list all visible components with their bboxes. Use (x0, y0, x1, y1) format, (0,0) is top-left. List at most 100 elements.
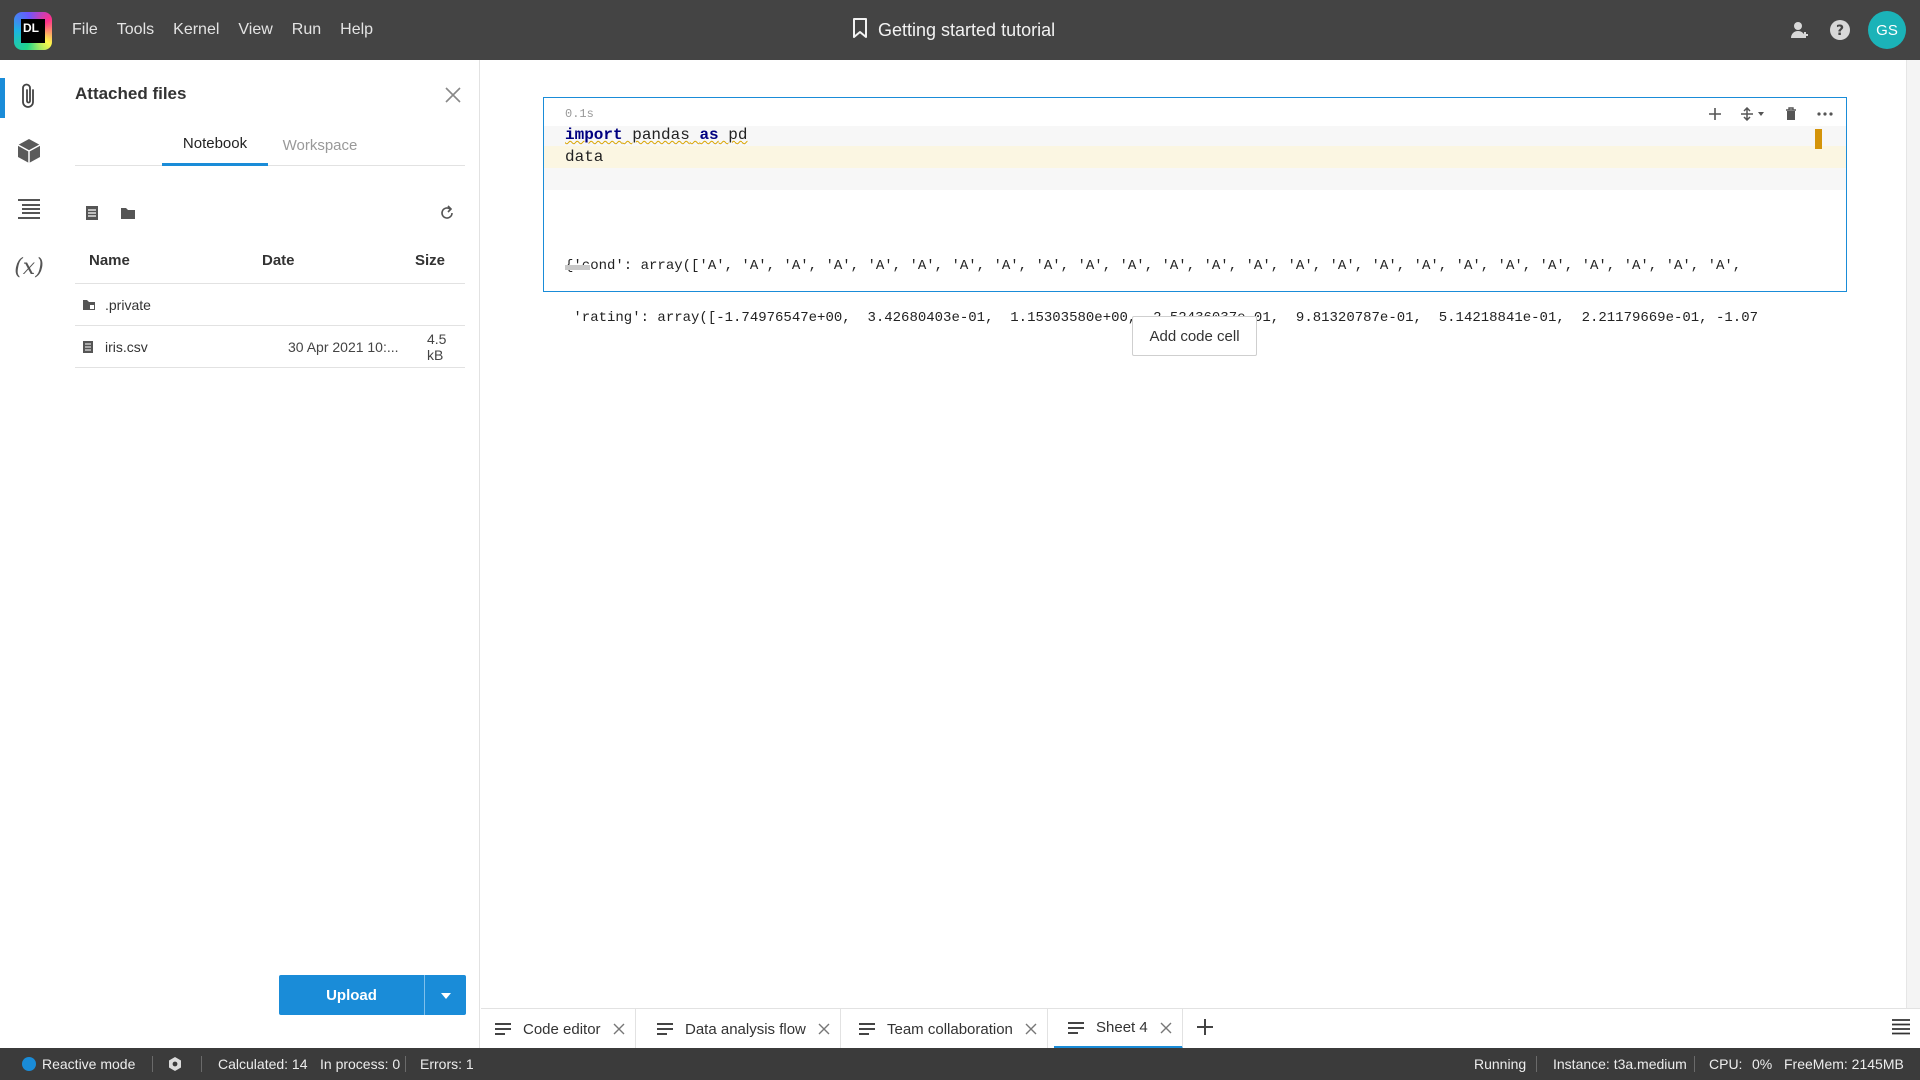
status-bar: Reactive mode Calculated: 14 In process:… (0, 1048, 1920, 1080)
execution-time: 0.1s (565, 107, 594, 121)
file-name: iris.csv (105, 338, 148, 355)
menu-view[interactable]: View (238, 21, 272, 39)
structure-tool[interactable] (0, 189, 58, 233)
notebook-title[interactable]: Getting started tutorial (852, 0, 1055, 60)
top-bar: DL File Tools Kernel View Run Help Getti… (0, 0, 1920, 60)
add-sheet-button[interactable] (1192, 1009, 1218, 1049)
sheet-tab-label: Data analysis flow (685, 1020, 806, 1038)
output-scrollbar[interactable] (565, 265, 590, 270)
file-name: .private (105, 296, 151, 313)
separator (201, 1056, 202, 1072)
add-cell-icon[interactable] (1706, 105, 1724, 123)
column-name[interactable]: Name (89, 238, 130, 283)
as-keyword: as (699, 126, 719, 144)
attached-files-panel: Attached files Notebook Workspace Name D… (58, 60, 480, 1048)
top-right-controls: ? GS (1788, 0, 1906, 60)
separator (1694, 1056, 1695, 1072)
upload-split-button: Upload (279, 975, 466, 1015)
file-table-header: Name Date Size (75, 238, 465, 284)
panel-tabs: Notebook Workspace (75, 124, 465, 166)
move-cell-icon[interactable] (1740, 105, 1766, 123)
editor-scrollbar[interactable] (1906, 60, 1920, 1008)
bookmark-icon (852, 17, 868, 43)
folder-lock-icon (82, 284, 96, 325)
delete-icon[interactable] (1782, 105, 1800, 123)
sheet-icon (495, 1022, 511, 1036)
file-table: Name Date Size .private iris.csv 30 Apr … (75, 238, 465, 368)
refresh-icon[interactable] (438, 204, 456, 222)
more-icon[interactable] (1816, 105, 1834, 123)
menu-tools[interactable]: Tools (117, 21, 154, 39)
notebook-editor: 0.1s import pandas as pd data {'cond': a… (481, 60, 1901, 1008)
sheet-tab-label: Team collaboration (887, 1020, 1013, 1038)
close-icon[interactable] (818, 1023, 830, 1035)
environment-tool[interactable] (0, 131, 58, 175)
tool-window-rail: (x) (0, 60, 58, 1048)
separator (152, 1056, 153, 1072)
cpu-label: CPU: (1709, 1056, 1743, 1072)
table-row[interactable]: iris.csv 30 Apr 2021 10:... 4.5 kB (75, 326, 465, 368)
main-menu: File Tools Kernel View Run Help (72, 0, 373, 60)
sheet-tab-sheet-4[interactable]: Sheet 4 (1054, 1009, 1183, 1049)
code-line-2: data (565, 148, 604, 166)
sheet-tab-data-analysis-flow[interactable]: Data analysis flow (643, 1009, 841, 1049)
free-memory: FreeMem: 2145MB (1784, 1056, 1904, 1072)
instance-type[interactable]: Instance: t3a.medium (1553, 1048, 1687, 1080)
list-icon (17, 197, 41, 226)
plus-icon (1197, 1018, 1213, 1040)
tab-workspace[interactable]: Workspace (270, 124, 370, 166)
import-keyword: import (565, 126, 623, 144)
chevron-down-icon (440, 986, 451, 1004)
app-logo[interactable]: DL (14, 12, 52, 50)
column-date[interactable]: Date (262, 238, 295, 283)
sheet-icon (859, 1022, 875, 1036)
new-folder-icon[interactable] (119, 204, 137, 222)
file-date: 30 Apr 2021 10:... (288, 338, 399, 355)
csv-file-icon (82, 326, 94, 367)
help-icon[interactable]: ? (1828, 18, 1852, 42)
new-file-icon[interactable] (83, 204, 101, 222)
output-line: {'cond': array(['A', 'A', 'A', 'A', 'A',… (565, 258, 1742, 274)
close-icon[interactable] (613, 1023, 625, 1035)
sheet-tabs-bar: Code editor Data analysis flow Team coll… (481, 1008, 1920, 1049)
menu-help[interactable]: Help (340, 21, 373, 39)
attached-files-tool[interactable] (0, 76, 58, 120)
notebook-title-text: Getting started tutorial (878, 19, 1056, 40)
table-row[interactable]: .private (75, 284, 465, 326)
sheet-icon (657, 1022, 673, 1036)
add-code-cell-button[interactable]: Add code cell (1132, 316, 1257, 356)
separator (1536, 1056, 1537, 1072)
kernel-state[interactable]: Running (1474, 1048, 1526, 1080)
code-cell[interactable]: 0.1s import pandas as pd data {'cond': a… (543, 97, 1847, 326)
module-alias: pd (728, 126, 748, 144)
column-size[interactable]: Size (415, 238, 445, 283)
close-icon[interactable] (444, 86, 462, 104)
upload-button[interactable]: Upload (279, 975, 424, 1015)
errors-count[interactable]: Errors: 1 (420, 1048, 474, 1080)
avatar[interactable]: GS (1868, 11, 1906, 49)
menu-lines-icon (1892, 1018, 1910, 1041)
menu-run[interactable]: Run (292, 21, 321, 39)
sheet-tab-code-editor[interactable]: Code editor (481, 1009, 636, 1049)
sheets-menu-button[interactable] (1888, 1009, 1914, 1049)
sheet-tab-label: Sheet 4 (1096, 1019, 1148, 1036)
cell-toolbar (1706, 104, 1834, 124)
cube-icon (15, 137, 43, 170)
code-editor-area[interactable]: import pandas as pd data (544, 126, 1846, 190)
menu-file[interactable]: File (72, 21, 98, 39)
settings-icon[interactable] (168, 1048, 182, 1080)
variables-tool[interactable]: (x) (0, 245, 58, 289)
close-icon[interactable] (1025, 1023, 1037, 1035)
menu-kernel[interactable]: Kernel (173, 21, 219, 39)
tab-notebook[interactable]: Notebook (162, 124, 268, 166)
reactive-mode-label: Reactive mode (42, 1056, 136, 1072)
upload-options-button[interactable] (425, 975, 466, 1015)
close-icon[interactable] (1160, 1022, 1172, 1034)
sheet-tab-team-collaboration[interactable]: Team collaboration (845, 1009, 1048, 1049)
calculated-count: Calculated: 14 (218, 1056, 308, 1072)
sheet-icon (1068, 1021, 1084, 1035)
reactive-mode-toggle[interactable]: Reactive mode (22, 1048, 135, 1080)
file-size: 4.5 kB (427, 330, 447, 363)
module-name: pandas (632, 126, 690, 144)
add-user-icon[interactable] (1788, 18, 1812, 42)
